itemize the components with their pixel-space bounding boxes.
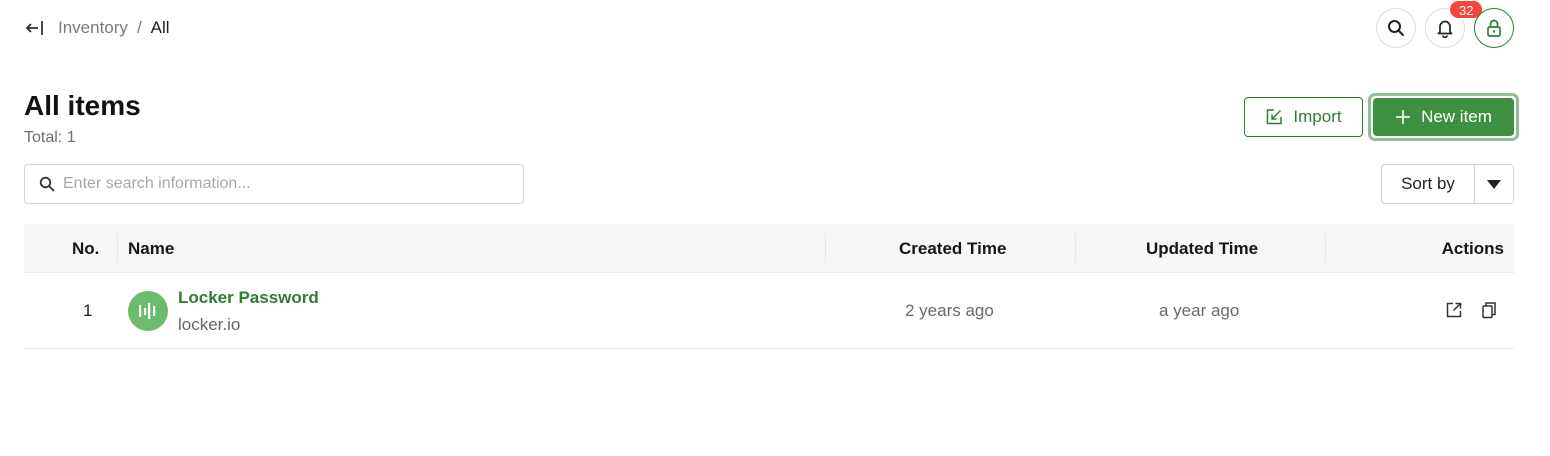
column-divider	[1075, 234, 1076, 262]
lock-vault-button[interactable]	[1474, 8, 1514, 48]
notifications-button[interactable]: 32	[1425, 0, 1485, 48]
caret-down-icon	[1487, 179, 1501, 189]
import-button[interactable]: Import	[1244, 97, 1363, 137]
item-domain: locker.io	[178, 315, 241, 334]
copy-icon[interactable]	[1479, 300, 1499, 320]
column-header-actions: Actions	[1441, 238, 1504, 258]
breadcrumb: Inventory / All	[58, 18, 170, 38]
plus-icon	[1396, 110, 1411, 124]
updated-time: a year ago	[1159, 301, 1240, 320]
sort-control: Sort by	[1381, 164, 1514, 204]
top-bar: Inventory / All	[24, 14, 170, 42]
column-header-no: No.	[72, 238, 100, 258]
sort-by-button[interactable]: Sort by	[1382, 165, 1475, 203]
column-divider	[1325, 234, 1326, 262]
table-row[interactable]: 1 Locker Password locker.io 2 years ago …	[24, 273, 1514, 349]
item-name-link[interactable]: Locker Password	[178, 288, 319, 308]
row-number: 1	[83, 301, 93, 320]
sort-dropdown-button[interactable]	[1475, 165, 1513, 203]
lock-icon	[1487, 19, 1501, 37]
breadcrumb-separator: /	[136, 18, 142, 37]
column-header-name: Name	[128, 238, 175, 258]
open-external-icon[interactable]	[1444, 300, 1464, 320]
search-field	[24, 164, 524, 204]
search-icon	[1388, 20, 1404, 36]
import-icon	[1267, 109, 1283, 125]
import-label: Import	[1293, 107, 1342, 126]
column-divider	[117, 234, 118, 262]
column-divider	[825, 234, 826, 262]
created-time: 2 years ago	[905, 301, 994, 320]
search-input[interactable]	[63, 175, 503, 193]
column-header-created[interactable]: Created Time	[899, 224, 1006, 273]
new-item-button[interactable]: New item	[1373, 98, 1514, 136]
search-button[interactable]	[1376, 8, 1416, 48]
search-icon	[39, 176, 55, 192]
page-title: All items	[24, 90, 141, 121]
bell-icon	[1437, 20, 1453, 38]
total-count: Total: 1	[24, 129, 76, 146]
breadcrumb-inventory[interactable]: Inventory	[58, 18, 128, 38]
new-item-label: New item	[1421, 107, 1492, 126]
table-header: No. Name Created Time Updated Time Actio…	[24, 224, 1514, 273]
breadcrumb-current: All	[150, 18, 170, 37]
locker-logo-icon[interactable]	[128, 291, 168, 331]
items-table: No. Name Created Time Updated Time Actio…	[24, 224, 1514, 349]
column-header-updated[interactable]: Updated Time	[1146, 224, 1258, 273]
collapse-sidebar-icon[interactable]	[24, 15, 50, 41]
header-actions: 32	[1376, 0, 1514, 48]
